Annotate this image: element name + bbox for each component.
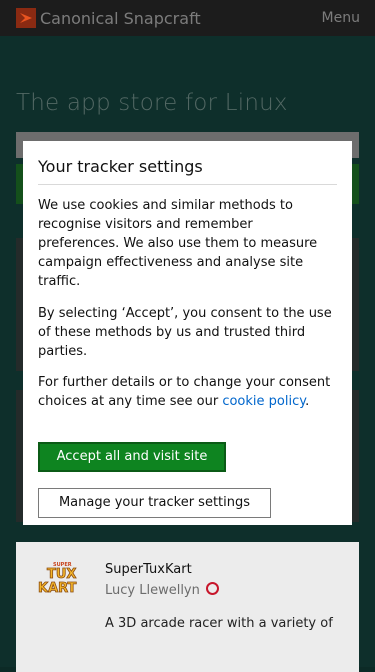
cookie-paragraph-details: For further details or to change your co… <box>38 373 335 411</box>
cookie-paragraph-consent: By selecting ‘Accept’, you consent to th… <box>38 306 332 359</box>
cookie-policy-link[interactable]: cookie policy <box>222 394 305 409</box>
accept-all-button[interactable]: Accept all and visit site <box>38 442 226 472</box>
divider <box>38 184 337 185</box>
cookie-consent-dialog: Your tracker settings We use cookies and… <box>23 141 352 525</box>
manage-tracker-settings-button[interactable]: Manage your tracker settings <box>38 488 271 518</box>
dialog-title: Your tracker settings <box>38 157 203 176</box>
cookie-paragraph-intro: We use cookies and similar methods to re… <box>38 198 318 289</box>
details-suffix: . <box>305 394 310 409</box>
